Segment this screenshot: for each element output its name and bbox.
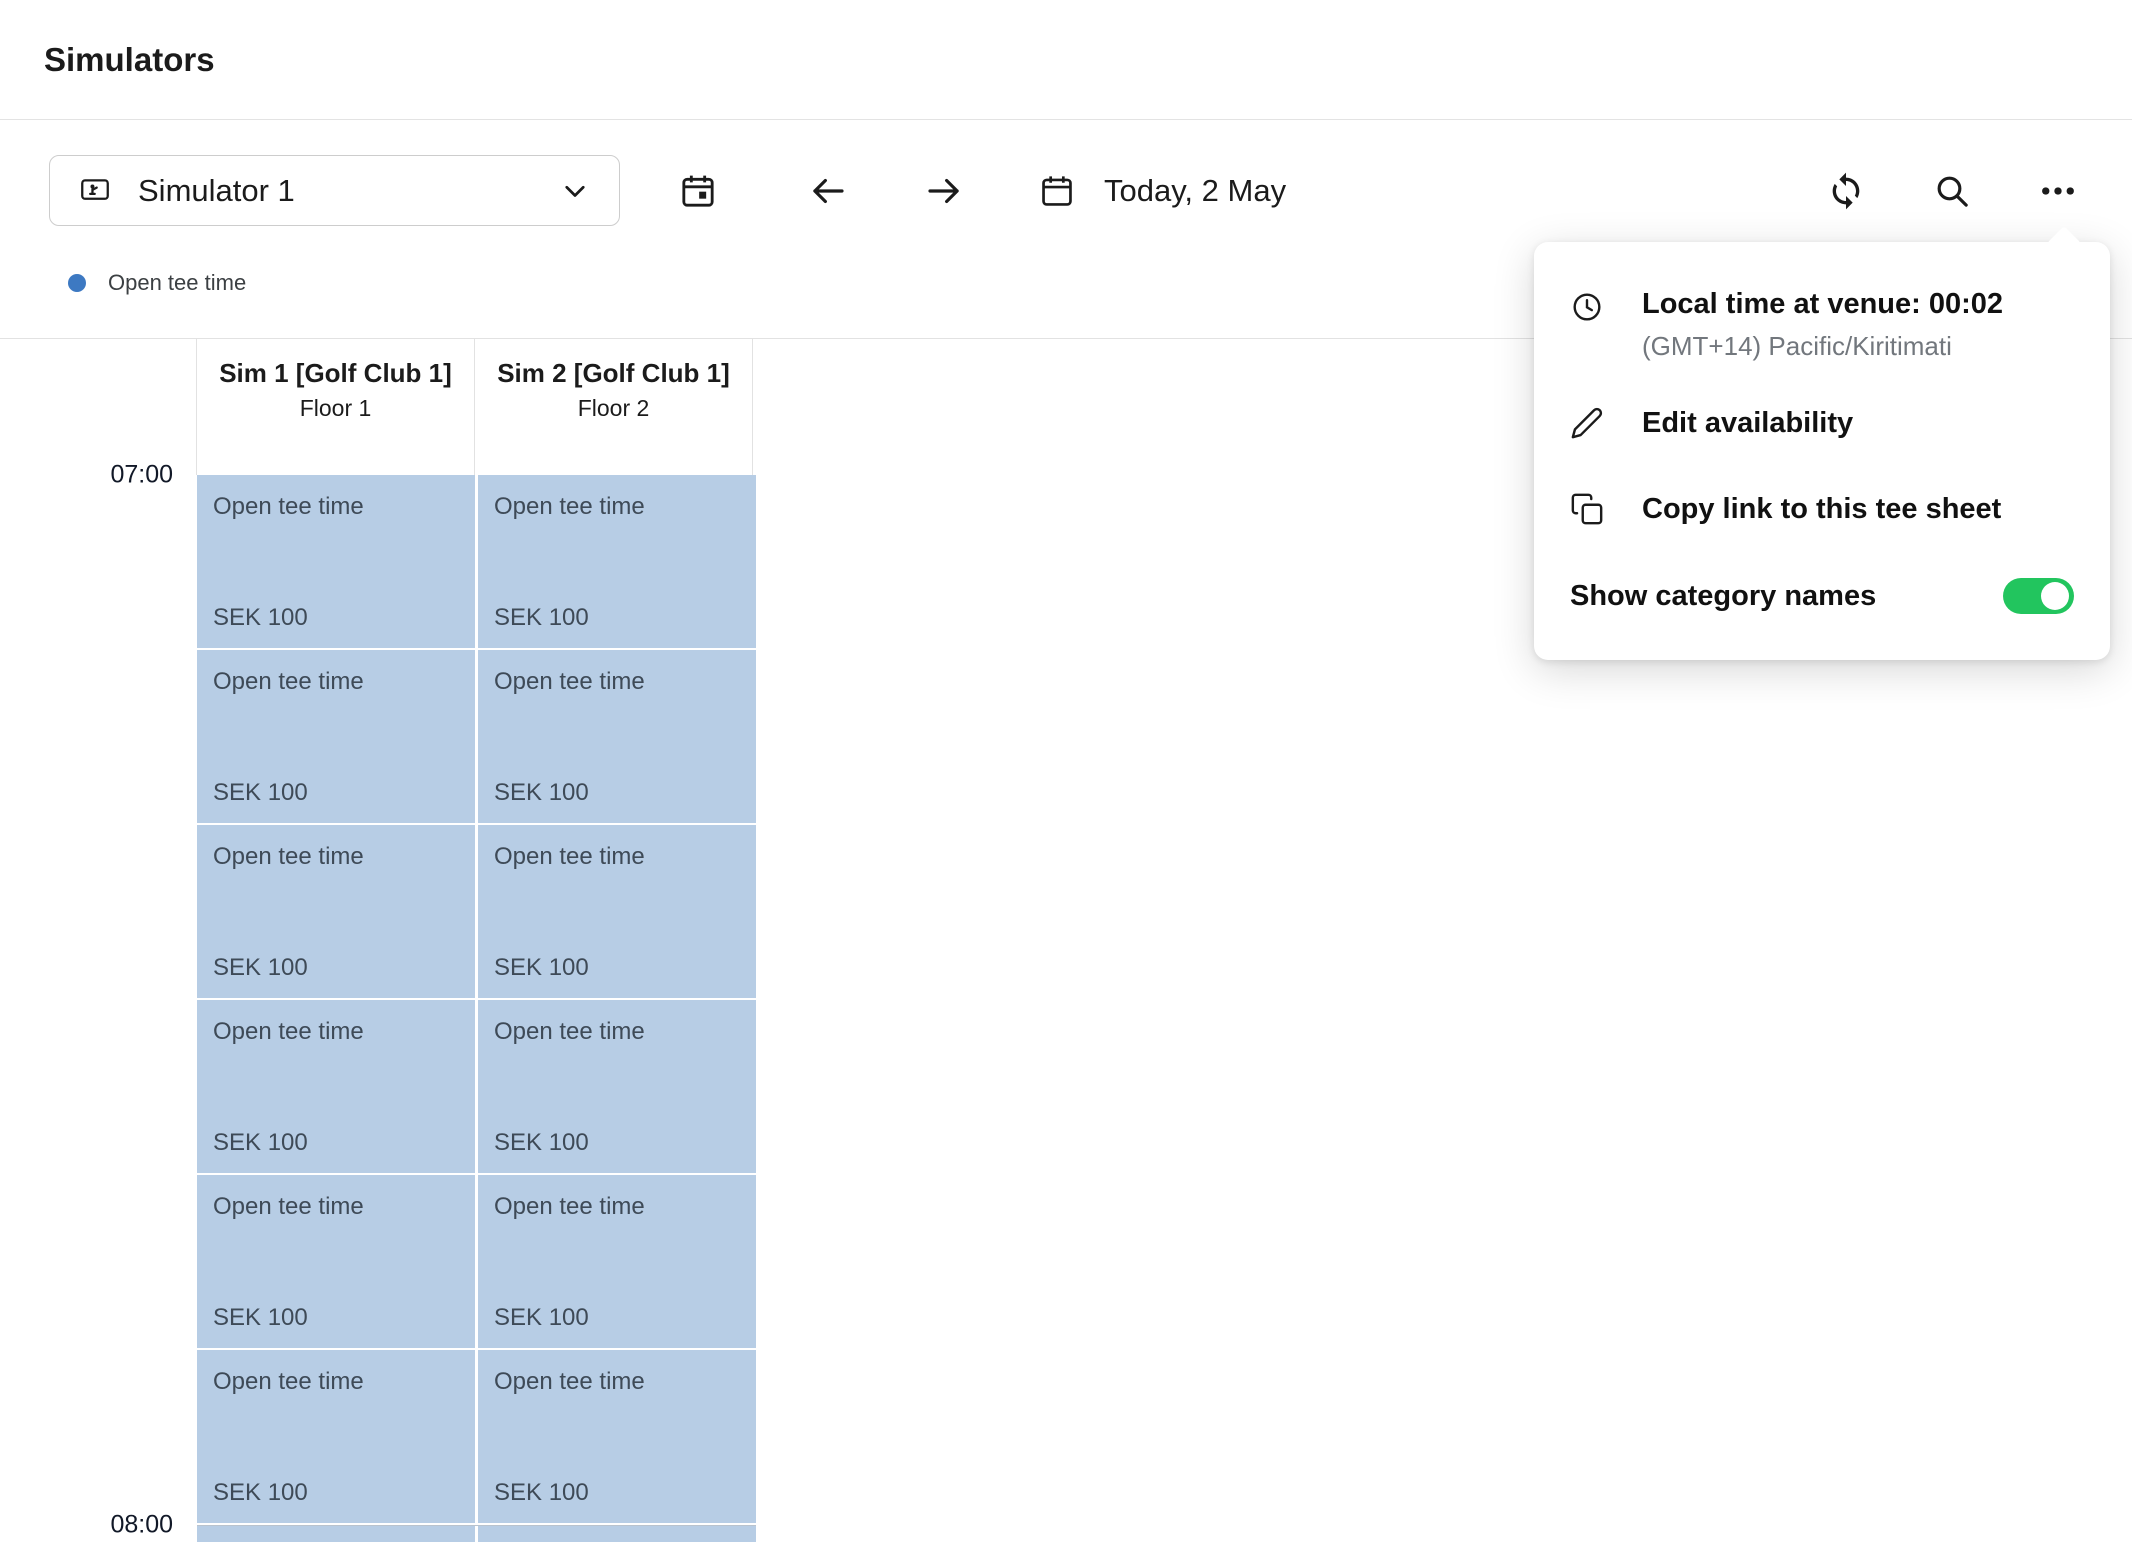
more-options-button[interactable]: [2028, 161, 2088, 221]
slot-price: SEK 100: [494, 1304, 740, 1332]
show-category-names-row: Show category names: [1534, 552, 2110, 648]
slot-label: Open tee time: [213, 493, 459, 521]
slot-label: Open tee time: [494, 843, 740, 871]
pencil-icon: [1570, 406, 1604, 440]
grid-column: Open tee time SEK 100 Open tee time SEK 100…: [197, 475, 475, 1542]
column-title: Sim 2 [Golf Club 1]: [489, 353, 738, 393]
slot-price: SEK 100: [494, 779, 740, 807]
tee-time-slot[interactable]: Open tee timeSEK 100: [197, 1525, 475, 1542]
tee-time-slot[interactable]: Open tee time SEK 100: [197, 1000, 475, 1173]
slot-label: Open tee time: [494, 493, 740, 521]
slot-label: Open tee time: [494, 1193, 740, 1221]
toolbar-right: [1816, 161, 2088, 221]
simulator-icon: [78, 174, 112, 208]
more-horizontal-icon: [2037, 170, 2079, 212]
slot-price: SEK 100: [213, 779, 459, 807]
prev-day-button[interactable]: [798, 161, 858, 221]
slot-price: SEK 100: [494, 1479, 740, 1507]
category-toggle[interactable]: [2003, 578, 2074, 614]
search-icon: [1932, 171, 1972, 211]
tee-time-slot[interactable]: Open tee timeSEK 100: [478, 1525, 756, 1542]
time-gutter-header: [0, 339, 197, 475]
column-subtitle: Floor 1: [211, 395, 460, 422]
slot-price: SEK 100: [213, 1479, 459, 1507]
slot-label: Open tee time: [213, 1368, 459, 1396]
tee-time-slot[interactable]: Open tee time SEK 100: [197, 1350, 475, 1523]
menu-item-label: Edit availability: [1642, 407, 1853, 440]
time-label: 07:00: [110, 461, 173, 490]
calendar-icon: [1038, 172, 1076, 210]
copy-icon: [1570, 492, 1604, 526]
date-picker-icon: [678, 171, 718, 211]
slot-price: SEK 100: [213, 604, 459, 632]
arrow-right-icon: [923, 170, 965, 212]
slot-price: SEK 100: [494, 1129, 740, 1157]
column-title: Sim 1 [Golf Club 1]: [211, 353, 460, 393]
tee-time-slot[interactable]: Open tee time SEK 100: [478, 1000, 756, 1173]
slot-label: Open tee time: [213, 1193, 459, 1221]
resource-select-label: Simulator 1: [138, 173, 531, 209]
resource-select[interactable]: Simulator 1: [49, 155, 620, 226]
next-day-button[interactable]: [914, 161, 974, 221]
hour-gridline: [197, 1525, 756, 1526]
refresh-icon: [1826, 171, 1866, 211]
toggle-knob: [2041, 582, 2069, 610]
tee-time-slot[interactable]: Open tee time SEK 100: [478, 1175, 756, 1348]
slot-price: SEK 100: [213, 1129, 459, 1157]
legend-dot: [68, 274, 86, 292]
arrow-left-icon: [807, 170, 849, 212]
menu-item-copy-link[interactable]: Copy link to this tee sheet: [1534, 466, 2110, 552]
local-time-subtitle: (GMT+14) Pacific/Kiritimati: [1642, 331, 2003, 362]
tee-time-slot[interactable]: Open tee time SEK 100: [478, 825, 756, 998]
local-time-title: Local time at venue: 00:02: [1642, 286, 2003, 322]
page-title: Simulators: [44, 41, 215, 79]
toggle-label: Show category names: [1570, 580, 1876, 613]
tee-time-slot[interactable]: Open tee time SEK 100: [197, 1175, 475, 1348]
slot-label: Open tee time: [213, 1018, 459, 1046]
grid-columns: Open tee time SEK 100 Open tee time SEK 100…: [197, 475, 756, 1542]
date-picker-button[interactable]: [668, 161, 728, 221]
slot-price: SEK 100: [494, 954, 740, 982]
legend-label: Open tee time: [108, 270, 246, 296]
refresh-button[interactable]: [1816, 161, 1876, 221]
local-time-row: Local time at venue: 00:02 (GMT+14) Paci…: [1534, 254, 2110, 380]
slot-label: Open tee time: [213, 843, 459, 871]
time-label: 08:00: [110, 1511, 173, 1540]
tee-time-slot[interactable]: Open tee time SEK 100: [197, 475, 475, 648]
menu-item-edit-availability[interactable]: Edit availability: [1534, 380, 2110, 466]
toolbar: Simulator 1: [49, 155, 2088, 226]
more-options-menu: Local time at venue: 00:02 (GMT+14) Paci…: [1534, 242, 2110, 660]
slot-price: SEK 100: [494, 604, 740, 632]
slot-price: SEK 100: [213, 1304, 459, 1332]
slot-label: Open tee time: [213, 668, 459, 696]
menu-item-label: Copy link to this tee sheet: [1642, 493, 2001, 526]
search-button[interactable]: [1922, 161, 1982, 221]
current-date-label: Today, 2 May: [1104, 173, 1286, 209]
tee-time-slot[interactable]: Open tee time SEK 100: [197, 825, 475, 998]
time-gutter: 07:00 08:00: [0, 475, 197, 1542]
local-time-text: Local time at venue: 00:02 (GMT+14) Paci…: [1642, 286, 2003, 362]
slot-label: Open tee time: [494, 668, 740, 696]
clock-icon: [1570, 290, 1604, 324]
tee-time-slot[interactable]: Open tee time SEK 100: [197, 650, 475, 823]
column-header-sim2: Sim 2 [Golf Club 1] Floor 2: [475, 339, 753, 475]
simulators-page: Simulators Simulator 1: [0, 0, 2132, 1542]
current-date-button[interactable]: Today, 2 May: [1038, 172, 1286, 210]
column-header-sim1: Sim 1 [Golf Club 1] Floor 1: [197, 339, 475, 475]
page-header: Simulators: [0, 0, 2132, 120]
tee-time-slot[interactable]: Open tee time SEK 100: [478, 650, 756, 823]
slot-price: SEK 100: [213, 954, 459, 982]
tee-time-slot[interactable]: Open tee time SEK 100: [478, 1350, 756, 1523]
column-subtitle: Floor 2: [489, 395, 738, 422]
slot-label: Open tee time: [494, 1018, 740, 1046]
slot-label: Open tee time: [494, 1368, 740, 1396]
tee-time-slot[interactable]: Open tee time SEK 100: [478, 475, 756, 648]
grid-column: Open tee time SEK 100 Open tee time SEK 100…: [478, 475, 756, 1542]
chevron-down-icon: [557, 173, 593, 209]
